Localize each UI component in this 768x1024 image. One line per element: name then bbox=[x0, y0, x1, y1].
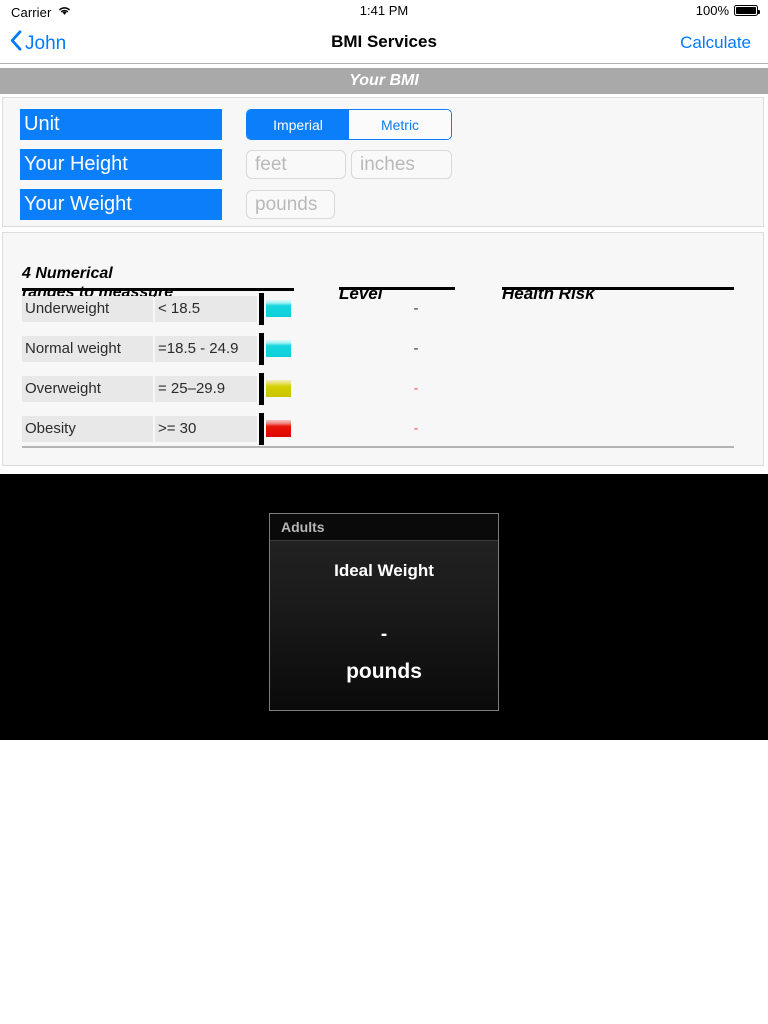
app-screen: Carrier 1:41 PM 100% John BMI Services C… bbox=[0, 0, 768, 1024]
weight-row: Your Weight bbox=[20, 189, 335, 220]
ideal-weight-card-header: Adults bbox=[270, 514, 498, 541]
ideal-weight-card-header-label: Adults bbox=[281, 519, 325, 535]
unit-row: Unit Imperial Metric bbox=[20, 109, 452, 140]
battery-percent-label: 100% bbox=[695, 3, 729, 18]
range-value: = 25–29.9 bbox=[155, 376, 257, 402]
unit-label: Unit bbox=[20, 109, 222, 140]
result-panel: Adults Ideal Weight - pounds bbox=[0, 474, 768, 740]
ideal-weight-card: Adults Ideal Weight - pounds bbox=[269, 513, 499, 711]
level-value: - bbox=[413, 300, 419, 317]
unit-segmented-control[interactable]: Imperial Metric bbox=[246, 109, 452, 140]
navbar-divider bbox=[0, 63, 768, 64]
calculate-button[interactable]: Calculate bbox=[680, 33, 751, 53]
ideal-weight-unit: pounds bbox=[346, 660, 422, 683]
status-bar-clock: 1:41 PM bbox=[359, 3, 409, 18]
height-feet-input[interactable] bbox=[246, 150, 346, 179]
level-value: - bbox=[413, 420, 419, 437]
range-category: Normal weight bbox=[22, 336, 153, 362]
bmi-ranges-panel: 4 Numerical ranges to meassure Level Hea… bbox=[2, 232, 764, 466]
section-header-label: Your BMI bbox=[349, 72, 419, 89]
health-risk-column-header: Health Risk bbox=[502, 264, 734, 324]
ranges-header-underline bbox=[22, 288, 294, 291]
range-category: Overweight bbox=[22, 376, 153, 402]
row-divider bbox=[259, 333, 264, 365]
ideal-weight-title: Ideal Weight bbox=[334, 561, 434, 580]
status-bar-right: 100% bbox=[695, 3, 760, 18]
status-bar: Carrier 1:41 PM 100% bbox=[0, 0, 768, 22]
range-color-swatch bbox=[266, 420, 291, 437]
navigation-bar: John BMI Services Calculate bbox=[0, 22, 768, 64]
range-category: Underweight bbox=[22, 296, 153, 322]
row-divider bbox=[259, 293, 264, 325]
height-label: Your Height bbox=[20, 149, 222, 180]
segment-imperial[interactable]: Imperial bbox=[247, 110, 349, 139]
level-value: - bbox=[413, 380, 419, 397]
weight-label: Your Weight bbox=[20, 189, 222, 220]
range-color-swatch bbox=[266, 340, 291, 357]
health-risk-header-underline bbox=[502, 287, 734, 290]
battery-icon bbox=[734, 5, 760, 16]
section-header-your-bmi: Your BMI bbox=[0, 68, 768, 94]
level-header-underline bbox=[339, 287, 455, 290]
level-value: - bbox=[413, 340, 419, 357]
range-color-swatch bbox=[266, 380, 291, 397]
table-bottom-divider bbox=[22, 446, 734, 448]
height-inches-input[interactable] bbox=[351, 150, 452, 179]
ideal-weight-value: - bbox=[380, 624, 388, 645]
page-title: BMI Services bbox=[331, 32, 437, 51]
segment-metric[interactable]: Metric bbox=[349, 110, 451, 139]
range-value: >= 30 bbox=[155, 416, 257, 442]
range-value: =18.5 - 24.9 bbox=[155, 336, 257, 362]
row-divider bbox=[259, 373, 264, 405]
row-divider bbox=[259, 413, 264, 445]
range-category: Obesity bbox=[22, 416, 153, 442]
weight-pounds-input[interactable] bbox=[246, 190, 335, 219]
bmi-input-panel: Unit Imperial Metric Your Height Your We… bbox=[2, 97, 764, 227]
range-color-swatch bbox=[266, 300, 291, 317]
range-value: < 18.5 bbox=[155, 296, 257, 322]
height-row: Your Height bbox=[20, 149, 452, 180]
